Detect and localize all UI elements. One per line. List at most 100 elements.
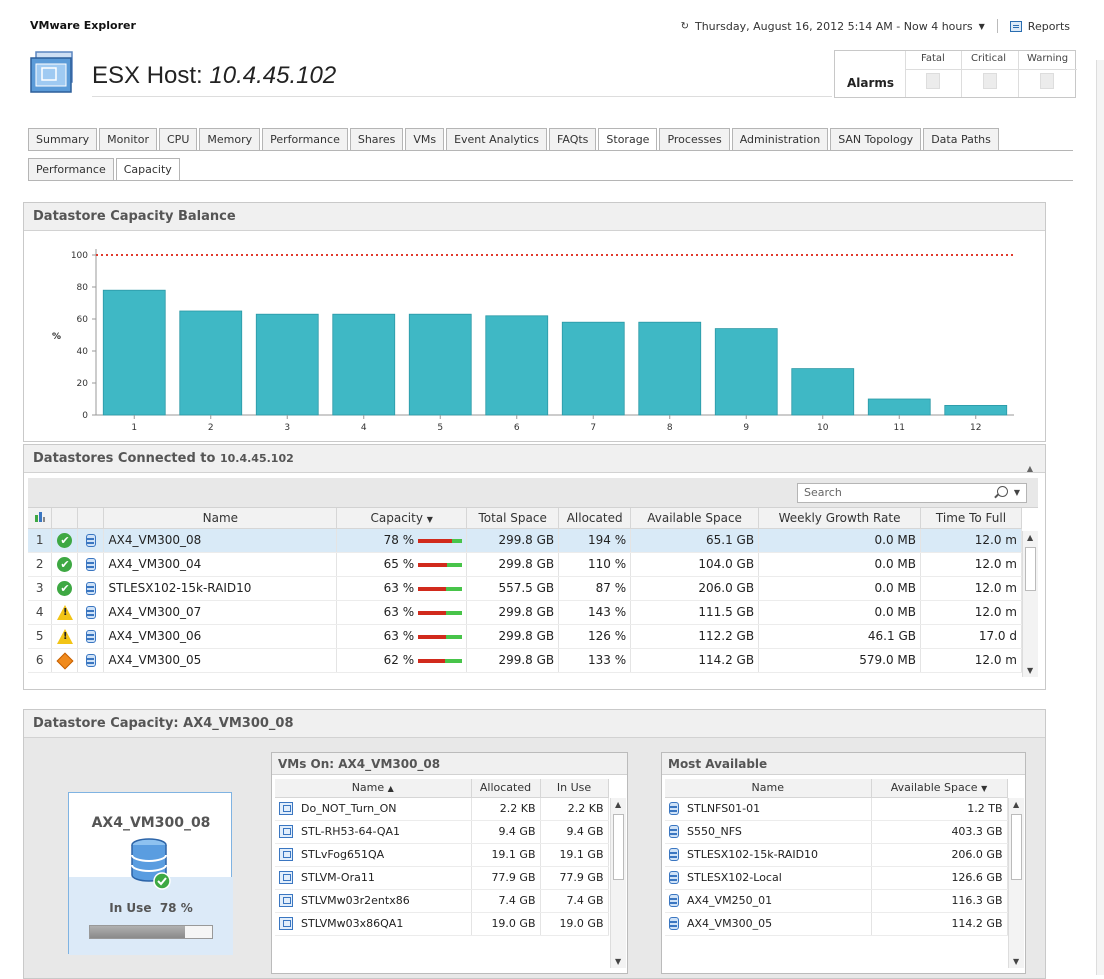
col-capacity[interactable]: Capacity ▼ [336,508,468,529]
tab-storage[interactable]: Storage [598,128,658,151]
status-warning-icon [56,628,73,644]
tab-faqts[interactable]: FAQts [549,128,597,150]
col-total-space[interactable]: Total Space [466,508,560,529]
bar-chart-icon [34,511,45,522]
table-row[interactable]: STLVM-Ora11 77.9 GB 77.9 GB [275,866,609,890]
tab-cpu[interactable]: CPU [159,128,198,150]
table-row[interactable]: S550_NFS 403.3 GB [665,820,1008,844]
chevron-down-icon[interactable]: ▼ [1014,484,1020,502]
subtab-performance[interactable]: Performance [28,158,114,180]
datastore-icon [131,838,171,890]
table-row[interactable]: STLESX102-15k-RAID10 206.0 GB [665,843,1008,867]
tab-memory[interactable]: Memory [199,128,261,150]
in-use-text: In Use [109,901,152,915]
main-tabs: Summary Monitor CPU Memory Performance Shares… [28,128,1001,151]
scroll-thumb[interactable] [1025,547,1036,591]
col-vm-name[interactable]: Name ▲ [275,779,472,798]
table-row[interactable]: 2 ✔ AX4_VM300_04 65 % 299.8 GB 110 % 104.0 GB 0… [28,552,1023,577]
scroll-up-icon[interactable]: ▲ [1013,800,1019,809]
alarm-warning-count[interactable] [1040,73,1054,89]
table-row[interactable]: STLvFog651QA 19.1 GB 19.1 GB [275,843,609,867]
vm-name-cell: STL-RH53-64-QA1 [275,820,472,844]
allocated: 194 % [558,528,632,553]
table-row[interactable]: STLESX102-Local 126.6 GB [665,866,1008,890]
most-available-scrollbar[interactable]: ▲ ▼ [1008,798,1024,968]
table-row[interactable]: AX4_VM250_01 116.3 GB [665,889,1008,913]
table-row[interactable]: STLNFS01-01 1.2 TB [665,797,1008,821]
vms-scrollbar[interactable]: ▲ ▼ [610,798,626,968]
table-header: Name ▲ Allocated In Use [275,779,609,798]
table-row[interactable]: STLVMw03r2entx86 7.4 GB 7.4 GB [275,889,609,913]
col-ds-name[interactable]: Name [665,779,872,798]
tab-shares[interactable]: Shares [349,128,404,150]
scroll-up-icon[interactable]: ▲ [615,800,621,809]
subtab-capacity[interactable]: Capacity [115,158,180,181]
table-row[interactable]: 5 AX4_VM300_06 63 % 299.8 GB126 %112.2 GB46… [28,624,1023,649]
col-weekly-growth[interactable]: Weekly Growth Rate [758,508,921,529]
datastore-card[interactable]: AX4_VM300_08 In Use 78 % [68,792,233,955]
datastores-scrollbar[interactable]: ▲ ▼ [1022,531,1038,677]
tab-data-paths[interactable]: Data Paths [923,128,999,150]
status-warning-icon [56,604,73,620]
status-cell [51,600,79,625]
search-input[interactable]: Search ▼ [797,483,1027,503]
y-tick-label: 20 [77,379,89,389]
table-row[interactable]: 6 AX4_VM300_05 62 % 299.8 GB 133 % 114.2 GB 57… [28,648,1023,673]
ds-name-cell: AX4_VM300_05 [665,912,872,936]
scroll-up-icon[interactable]: ▲ [1027,533,1033,542]
tab-san-topology[interactable]: SAN Topology [830,128,922,150]
reports-icon[interactable] [1009,20,1022,32]
time-range-selector[interactable]: Thursday, August 16, 2012 5:14 AM - Now … [695,20,973,33]
page-scrollbar[interactable] [1096,60,1104,975]
capacity-bar-used [418,658,446,663]
table-row[interactable]: 1 ✔ AX4_VM300_08 78 % 299.8 GB 194 % 65.1 GB 0.… [28,528,1023,553]
weekly-growth: 579.0 MB [758,648,921,673]
col-vm-in-use[interactable]: In Use [540,779,609,798]
alarm-critical-count[interactable] [983,73,997,89]
col-name[interactable]: Name [103,508,338,529]
datastore-name: AX4_VM300_07 [103,600,338,625]
reports-link[interactable]: Reports [1028,20,1070,33]
chart-bar [255,313,319,416]
table-row[interactable]: 3 ✔ STLESX102-15k-RAID10 63 % 557.5 GB 87 % 20… [28,576,1023,601]
chevron-down-icon[interactable]: ▼ [979,22,985,31]
tab-vms[interactable]: VMs [405,128,445,150]
chart-bar [638,321,702,416]
table-row[interactable]: STLVMw03x86QA1 19.0 GB 19.0 GB [275,912,609,936]
tab-processes[interactable]: Processes [659,128,730,150]
capacity-value: 65 % [383,557,415,571]
scroll-thumb[interactable] [1011,814,1022,880]
table-row[interactable]: Do_NOT_Turn_ON 2.2 KB 2.2 KB [275,797,609,821]
tab-monitor[interactable]: Monitor [99,128,157,150]
divider [905,51,906,97]
column-chooser-header[interactable] [28,508,53,529]
table-row[interactable]: AX4_VM300_05 114.2 GB [665,912,1008,936]
tab-performance[interactable]: Performance [262,128,348,150]
in-use-progress [89,925,213,939]
table-row[interactable]: 4 AX4_VM300_07 63 % 299.8 GB143 %111.5 GB0.… [28,600,1023,625]
tab-summary[interactable]: Summary [28,128,98,150]
scroll-down-icon[interactable]: ▼ [1027,666,1033,675]
tab-administration[interactable]: Administration [731,128,829,150]
col-time-to-full[interactable]: Time To Full [920,508,1023,529]
tab-event-analytics[interactable]: Event Analytics [446,128,548,150]
table-row[interactable]: STL-RH53-64-QA1 9.4 GB 9.4 GB [275,820,609,844]
col-available-space[interactable]: Available Space [630,508,760,529]
total-space: 557.5 GB [466,576,560,601]
vm-in-use: 19.1 GB [540,843,609,867]
panel-title: Datastore Capacity Balance [24,203,1045,231]
type-cell [77,648,105,673]
scroll-down-icon[interactable]: ▼ [1013,957,1019,966]
total-space: 299.8 GB [466,552,560,577]
col-ds-available[interactable]: Available Space ▼ [871,779,1008,798]
scroll-down-icon[interactable]: ▼ [615,957,621,966]
scroll-thumb[interactable] [613,814,624,880]
weekly-growth: 0.0 MB [758,552,921,577]
col-allocated[interactable]: Allocated [558,508,632,529]
col-vm-allocated[interactable]: Allocated [471,779,541,798]
col-vm-name-label: Name [351,781,385,795]
search-icon[interactable] [997,486,1008,497]
chart-bar [561,321,625,416]
alarm-fatal-count[interactable] [926,73,940,89]
grid-toolbar: Search ▼ [28,478,1038,508]
